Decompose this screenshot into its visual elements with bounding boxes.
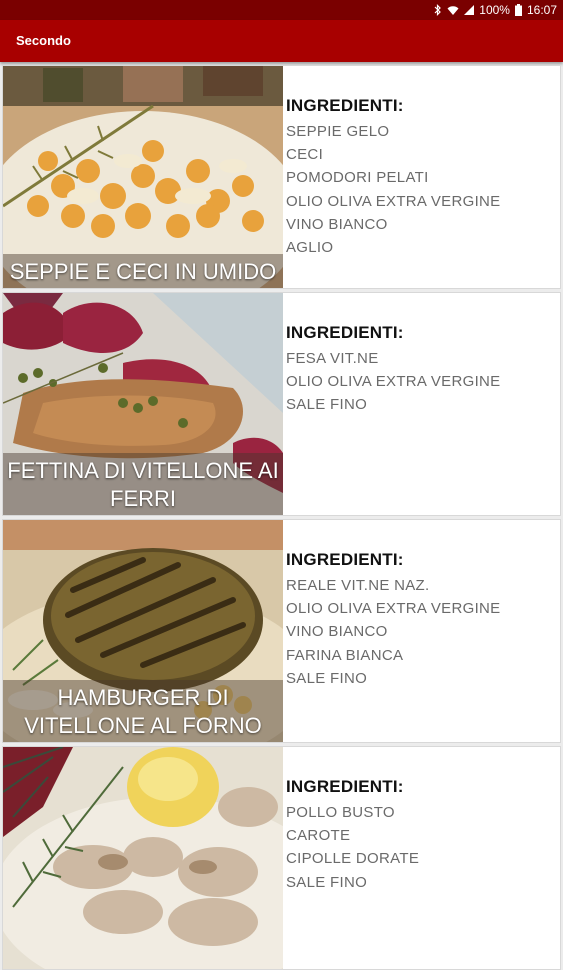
status-icons: 100% 16:07 (434, 3, 557, 17)
ingredient-item: REALE VIT.NE NAZ. (286, 577, 430, 594)
recipe-photo (3, 747, 283, 969)
ingredient-item: VINO BIANCO (286, 623, 388, 641)
ingredients-heading: INGREDIENTI: (286, 550, 404, 569)
recipe-photo: SEPPIE E CECI IN UMIDO (3, 66, 283, 288)
recipe-card[interactable]: HAMBURGER DI VITELLONE AL FORNO INGREDIE… (2, 519, 561, 743)
ingredient-item: POLLO BUSTO (286, 804, 395, 821)
ingredient-item: CECI (286, 146, 324, 164)
ingredient-item: FESA VIT.NE (286, 350, 379, 367)
ingredient-item: SEPPIE GELO (286, 123, 390, 140)
ingredient-item: OLIO OLIVA EXTRA VERGINE (286, 373, 501, 391)
ingredient-item: OLIO OLIVA EXTRA VERGINE (286, 192, 501, 210)
ingredient-item: AGLIO (286, 239, 334, 257)
recipe-card[interactable]: INGREDIENTI: POLLO BUSTO CAROTE CIPOLLE … (2, 746, 561, 970)
ingredient-item: CAROTE (286, 827, 351, 845)
recipe-info: INGREDIENTI: POLLO BUSTO CAROTE CIPOLLE … (286, 777, 552, 894)
ingredient-item: SALE FINO (286, 396, 368, 414)
ingredients-list: FESA VIT.NE OLIO OLIVA EXTRA VERGINE SAL… (286, 347, 552, 417)
battery-percentage: 100% (479, 3, 510, 17)
battery-icon (514, 4, 522, 16)
ingredient-item: VINO BIANCO (286, 215, 388, 233)
bluetooth-icon (434, 4, 442, 16)
recipe-name: FETTINA DI VITELLONE AI FERRI (3, 453, 283, 515)
recipe-info: INGREDIENTI: SEPPIE GELO CECI POMODORI P… (286, 96, 552, 259)
recipe-card[interactable]: FETTINA DI VITELLONE AI FERRI INGREDIENT… (2, 292, 561, 516)
app-bar-title: Secondo (16, 33, 71, 48)
recipe-info: INGREDIENTI: FESA VIT.NE OLIO OLIVA EXTR… (286, 323, 552, 417)
ingredient-item: SALE FINO (286, 669, 368, 687)
ingredients-list: SEPPIE GELO CECI POMODORI PELATI OLIO OL… (286, 120, 552, 259)
recipe-info: INGREDIENTI: REALE VIT.NE NAZ. OLIO OLIV… (286, 550, 552, 690)
recipe-name: SEPPIE E CECI IN UMIDO (3, 254, 283, 288)
recipe-card[interactable]: SEPPIE E CECI IN UMIDO INGREDIENTI: SEPP… (2, 65, 561, 289)
ingredients-list: POLLO BUSTO CAROTE CIPOLLE DORATE SALE F… (286, 801, 552, 894)
ingredient-item: OLIO OLIVA EXTRA VERGINE (286, 600, 501, 618)
recipe-name: HAMBURGER DI VITELLONE AL FORNO (3, 680, 283, 742)
app-bar: Secondo (0, 20, 563, 62)
ingredients-heading: INGREDIENTI: (286, 777, 404, 796)
ingredient-item: POMODORI PELATI (286, 169, 429, 187)
ingredients-heading: INGREDIENTI: (286, 96, 404, 115)
ingredients-heading: INGREDIENTI: (286, 323, 404, 342)
ingredient-item: SALE FINO (286, 873, 368, 891)
status-bar: 100% 16:07 (0, 0, 563, 20)
wifi-icon (447, 5, 459, 16)
clock: 16:07 (526, 3, 557, 17)
ingredient-item: FARINA BIANCA (286, 646, 404, 664)
pollo-image (3, 747, 283, 969)
ingredient-item: CIPOLLE DORATE (286, 850, 420, 868)
ingredients-list: REALE VIT.NE NAZ. OLIO OLIVA EXTRA VERGI… (286, 574, 552, 690)
recipe-photo: HAMBURGER DI VITELLONE AL FORNO (3, 520, 283, 742)
recipe-photo: FETTINA DI VITELLONE AI FERRI (3, 293, 283, 515)
signal-icon (464, 5, 475, 15)
